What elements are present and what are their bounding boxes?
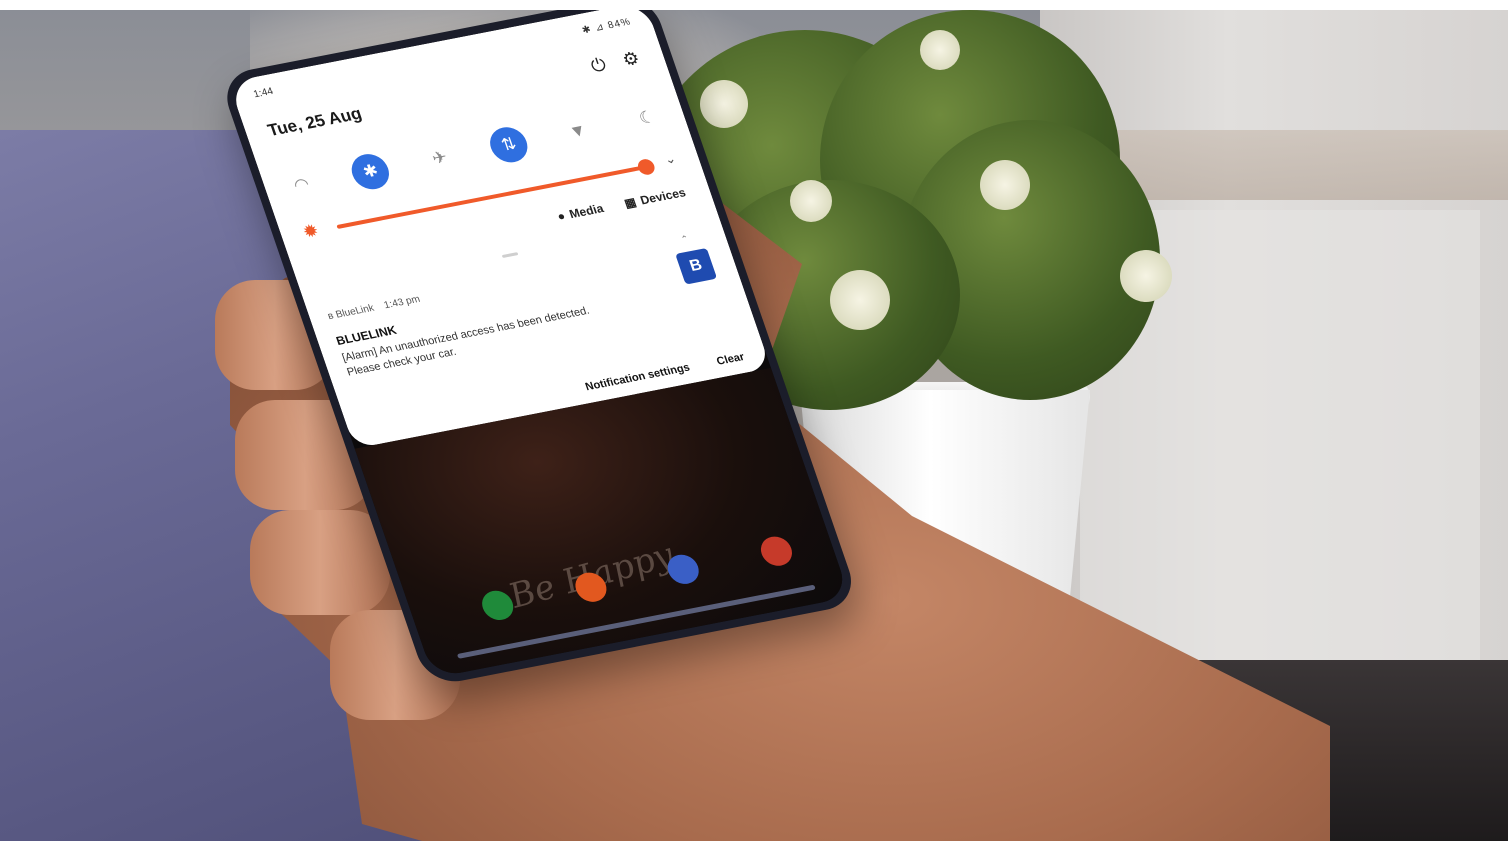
photo-scene: 1:44 ✱ ⊿ 84% Tue, 25 Aug ⏻ ⚙ ◠ ✱ ✈ ⇅ ▼ ☾ ✹ ⌄ … xyxy=(0,10,1508,841)
finger xyxy=(250,510,390,615)
phone-app-icon[interactable] xyxy=(478,588,518,623)
date-label: Tue, 25 Aug xyxy=(265,103,365,140)
chevron-down-icon[interactable]: ⌄ xyxy=(662,151,678,168)
media-button[interactable]: ●Media xyxy=(555,201,605,223)
flower xyxy=(980,160,1030,210)
devices-label: Devices xyxy=(638,185,688,208)
devices-button[interactable]: ▦Devices xyxy=(622,185,687,210)
bluetooth-icon[interactable]: ✱ xyxy=(347,150,395,193)
night-mode-icon[interactable]: ☾ xyxy=(624,97,671,138)
notification-time: 1:43 pm xyxy=(382,293,422,312)
notification-app-name: BlueLink xyxy=(334,302,376,321)
devices-icon: ▦ xyxy=(622,194,639,211)
chat-app-icon[interactable] xyxy=(663,552,704,587)
clear-button[interactable]: Clear xyxy=(715,351,746,368)
flower xyxy=(920,30,960,70)
status-time: 1:44 xyxy=(252,86,275,101)
chevron-up-icon[interactable]: ⌃ xyxy=(680,233,691,245)
media-devices-row: ●Media ▦Devices xyxy=(555,185,687,223)
bluelink-logo: B xyxy=(675,247,718,285)
power-icon[interactable]: ⏻ xyxy=(588,54,609,77)
flower xyxy=(700,80,748,128)
messages-app-icon[interactable] xyxy=(570,570,611,605)
status-indicators: ✱ ⊿ 84% xyxy=(580,16,633,37)
flashlight-icon[interactable]: ▼ xyxy=(554,111,601,152)
panel-handle[interactable] xyxy=(501,252,519,259)
notification-header: ʙ BlueLink 1:43 pm xyxy=(326,294,421,322)
flower xyxy=(790,180,832,222)
gear-icon[interactable]: ⚙ xyxy=(620,48,643,71)
airplane-icon[interactable]: ✈ xyxy=(416,138,463,179)
notification-body: [Alarm] An unauthorized access has been … xyxy=(340,304,592,379)
flower xyxy=(1120,250,1172,302)
media-icon: ● xyxy=(555,208,568,224)
brightness-knob[interactable] xyxy=(635,157,657,177)
camera-app-icon[interactable] xyxy=(756,533,797,569)
panel-top-actions: ⏻ ⚙ xyxy=(588,48,642,77)
sun-icon: ✹ xyxy=(300,220,322,243)
mobile-data-icon[interactable]: ⇅ xyxy=(485,124,533,166)
wifi-icon[interactable]: ◠ xyxy=(278,164,325,205)
media-label: Media xyxy=(567,201,606,222)
flower xyxy=(830,270,890,330)
